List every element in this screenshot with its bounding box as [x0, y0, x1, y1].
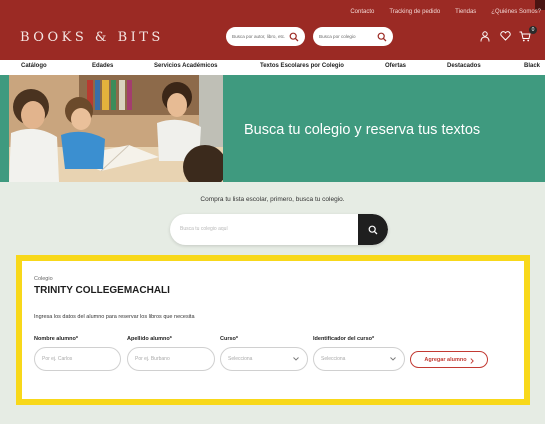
student-form-panel: Colegio TRINITY COLLEGEMACHALI Ingresa l… [16, 255, 530, 405]
search-icon[interactable] [288, 31, 300, 43]
apellido-alumno-placeholder: Por ej. Burbano [135, 356, 170, 362]
search-icon [368, 225, 378, 234]
nav-item-edades[interactable]: Edades [92, 63, 113, 69]
cart-count-badge: 0 [529, 26, 537, 34]
form-instructions: Ingresa los datos del alumno para reserv… [34, 314, 195, 320]
hero-title: Busca tu colegio y reserva tus textos [244, 122, 481, 138]
school-search-placeholder-header: Busca por colegio [319, 34, 356, 39]
add-student-label: Agregar alumno [424, 356, 467, 363]
top-link-tracking[interactable]: Tracking de pedido [389, 9, 440, 15]
colegio-label: Colegio [34, 276, 53, 282]
brand-logo[interactable]: BOOKS & BITS [20, 30, 164, 45]
curso-selected-value: Selecciona [228, 356, 253, 362]
curso-select[interactable]: Selecciona [220, 347, 308, 371]
chevron-down-icon [292, 355, 300, 363]
hero-banner: Busca tu colegio y reserva tus textos [0, 75, 545, 182]
school-search-input[interactable]: Busca tu colegio aquí [170, 214, 388, 245]
main-nav: Catálogo Edades Servicios Académicos Tex… [0, 60, 545, 75]
search-icon[interactable] [376, 31, 388, 43]
top-link-quienes-somos[interactable]: ¿Quiénes Somos? [491, 9, 541, 15]
apellido-alumno-input[interactable]: Por ej. Burbano [127, 347, 215, 371]
school-search-placeholder: Busca tu colegio aquí [180, 226, 228, 232]
nav-item-catalogo[interactable]: Catálogo [21, 63, 47, 69]
add-student-button[interactable]: Agregar alumno [410, 351, 488, 368]
heart-icon[interactable] [499, 30, 511, 42]
identificador-curso-label: Identificador del curso* [313, 336, 375, 342]
top-link-contacto[interactable]: Contacto [350, 9, 374, 15]
nav-item-textos-escolares[interactable]: Textos Escolares por Colegio [260, 63, 344, 69]
school-search-button[interactable] [358, 214, 388, 245]
colegio-name: TRINITY COLLEGEMACHALI [34, 285, 170, 296]
nav-item-destacados[interactable]: Destacados [447, 63, 481, 69]
chevron-down-icon [389, 355, 397, 363]
nav-item-servicios-academicos[interactable]: Servicios Académicos [154, 63, 217, 69]
nav-item-black[interactable]: Black [524, 63, 540, 69]
school-search-input-header[interactable]: Busca por colegio [313, 27, 393, 46]
chevron-right-icon [470, 351, 474, 369]
hero-photo-children-reading [9, 75, 223, 182]
header-icons: 0 [479, 26, 537, 42]
book-search-input[interactable]: Busca por autor, libro, etc. [226, 27, 305, 46]
top-links: Contacto Tracking de pedido Tiendas ¿Qui… [350, 9, 541, 15]
nombre-alumno-input[interactable]: Por ej. Carlos [34, 347, 121, 371]
nav-item-ofertas[interactable]: Ofertas [385, 63, 406, 69]
book-search-placeholder: Busca por autor, libro, etc. [232, 34, 286, 39]
cart-icon[interactable]: 0 [519, 26, 537, 42]
identificador-curso-selected-value: Selecciona [321, 356, 346, 362]
user-icon[interactable] [479, 30, 491, 42]
apellido-alumno-label: Apellido alumno* [127, 336, 172, 342]
curso-label: Curso* [220, 336, 239, 342]
nombre-alumno-placeholder: Por ej. Carlos [42, 356, 73, 362]
site-header: Contacto Tracking de pedido Tiendas ¿Qui… [0, 0, 545, 60]
top-link-tiendas[interactable]: Tiendas [455, 9, 476, 15]
identificador-curso-select[interactable]: Selecciona [313, 347, 405, 371]
nombre-alumno-label: Nombre alumno* [34, 336, 79, 342]
school-search-intro: Compra tu lista escolar, primero, busca … [200, 196, 345, 203]
